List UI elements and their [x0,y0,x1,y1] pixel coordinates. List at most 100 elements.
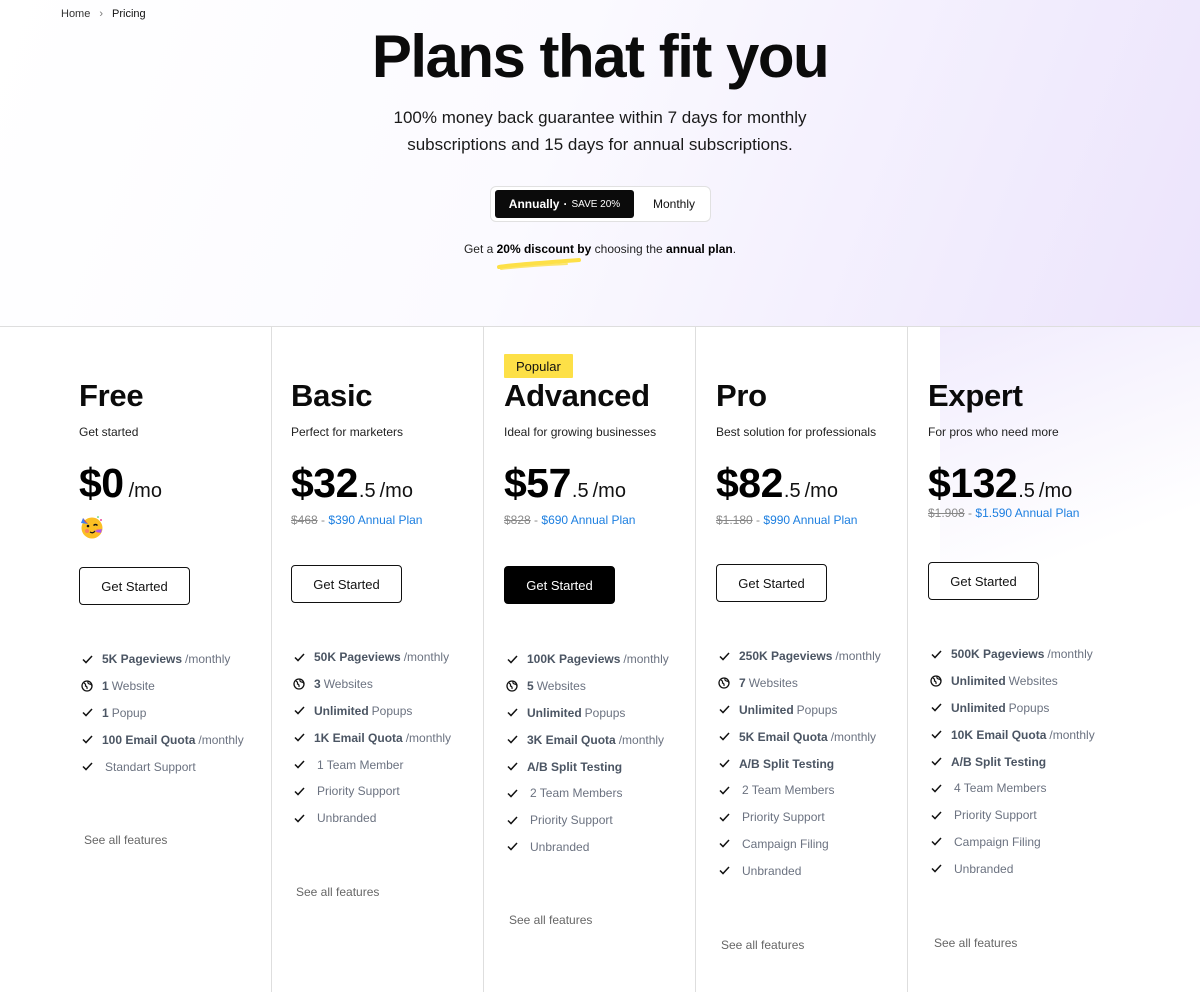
page-title: Plans that fit you [371,23,830,90]
price-amount: $32 [291,460,358,506]
price-amount: $132 [928,460,1018,506]
feature-bold: A/B Split Testing [527,759,623,774]
feature-item: 100K Pageviews/monthly [506,646,669,673]
billing-monthly-option[interactable]: Monthly [641,190,707,218]
check-icon [930,648,942,660]
annual-plan-price: $1.590 Annual Plan [975,506,1080,520]
plan-tagline: For pros who need more [928,425,1059,439]
price-period: /mo [1038,480,1073,502]
check-icon [506,841,518,853]
feature-text: Popups [1008,700,1050,715]
discount-suffix: . [732,242,737,256]
check-icon [293,812,305,824]
feature-text: /monthly [198,732,244,747]
check-icon [81,653,93,665]
feature-item: 100 Email Quota/monthly [81,726,244,753]
feature-text: Unbranded [954,861,1014,876]
feature-item: Unlimited Websites [930,668,1095,695]
billing-annual-option[interactable]: Annually · SAVE 20% [495,190,634,218]
check-icon [293,785,305,797]
price-period: /mo [379,480,413,502]
price-period: /mo [128,480,162,502]
feature-text: Popups [796,702,838,717]
price-cents: .5 [358,480,376,502]
check-icon [506,761,518,773]
feature-text: Websites [1008,674,1058,689]
feature-item: Unlimited Popups [930,695,1095,722]
check-icon [506,707,518,719]
feature-text: /monthly [1047,647,1093,662]
billing-toggle: Annually · SAVE 20% Monthly [490,186,711,222]
check-icon [930,809,942,821]
globe-icon [506,680,518,692]
price-separator: - [968,506,973,520]
discount-highlight: 20% discount by [496,242,592,256]
feature-item: 5K Email Quota/monthly [718,723,881,750]
feature-bold: A/B Split Testing [951,754,1047,769]
feature-text: Popup [111,705,147,720]
price-amount: $57 [504,460,571,506]
annual-plan-price: $990 Annual Plan [763,513,858,527]
plan-tagline: Best solution for professionals [716,425,877,439]
see-all-features-link[interactable]: See all features [296,885,379,899]
check-icon [293,759,305,771]
feature-item: Campaign Filing [930,829,1095,856]
old-price: $828 [504,513,531,527]
get-started-button[interactable]: Get Started [291,565,402,603]
get-started-button[interactable]: Get Started [928,562,1039,600]
plan-name: Advanced [504,378,650,413]
feature-bold: 100K Pageviews [527,652,621,667]
plan-name: Pro [716,378,767,413]
feature-text: Website [111,679,155,694]
check-icon [81,761,93,773]
check-icon [718,784,730,796]
check-icon [930,836,942,848]
check-icon [718,758,730,770]
feature-item: Priority Support [718,804,881,831]
globe-icon [718,677,730,689]
feature-bold: 10K Email Quota [951,727,1047,742]
annual-dot: · [563,197,568,211]
feature-item: 50K Pageviews/monthly [293,644,451,671]
check-icon [81,707,93,719]
feature-bold: Unlimited [314,703,369,718]
plan-card-advanced: Popular Advanced Ideal for growing busin… [483,327,695,992]
check-icon [718,650,730,662]
check-icon [930,782,942,794]
see-all-features-link[interactable]: See all features [84,833,167,847]
feature-text: Unbranded [317,811,377,826]
check-icon [293,705,305,717]
breadcrumb-home-link[interactable]: Home [61,8,90,20]
feature-item: 1K Email Quota/monthly [293,724,451,751]
feature-item: Unbranded [506,834,669,861]
plan-price: $0 /mo [79,460,162,507]
see-all-features-link[interactable]: See all features [934,936,1017,950]
plan-name: Expert [928,378,1023,413]
get-started-button[interactable]: Get Started [716,564,827,602]
see-all-features-link[interactable]: See all features [721,938,804,952]
get-started-button[interactable]: Get Started [79,567,190,605]
feature-item: Unbranded [293,805,451,832]
price-separator: - [756,513,761,527]
feature-bold: 250K Pageviews [739,649,833,664]
breadcrumb-current: Pricing [112,8,146,20]
feature-item: 4 Team Members [930,775,1095,802]
old-price: $1.180 [716,513,753,527]
price-cents: .5 [1018,480,1035,502]
check-icon [506,653,518,665]
feature-text: /monthly [835,649,881,664]
feature-item: 5 Websites [506,673,669,700]
feature-text: 2 Team Members [530,786,623,801]
check-icon [293,651,305,663]
get-started-button[interactable]: Get Started [504,566,615,604]
feature-text: Priority Support [530,813,613,828]
check-icon [930,756,942,768]
feature-text: /monthly [830,729,877,744]
globe-icon [930,675,942,687]
see-all-features-link[interactable]: See all features [509,913,592,927]
check-icon [506,814,518,826]
discount-prefix: Get a [463,242,497,256]
feature-item: 2 Team Members [506,780,669,807]
feature-item: Priority Support [930,802,1095,829]
plan-price: $32 .5 /mo [291,460,413,507]
